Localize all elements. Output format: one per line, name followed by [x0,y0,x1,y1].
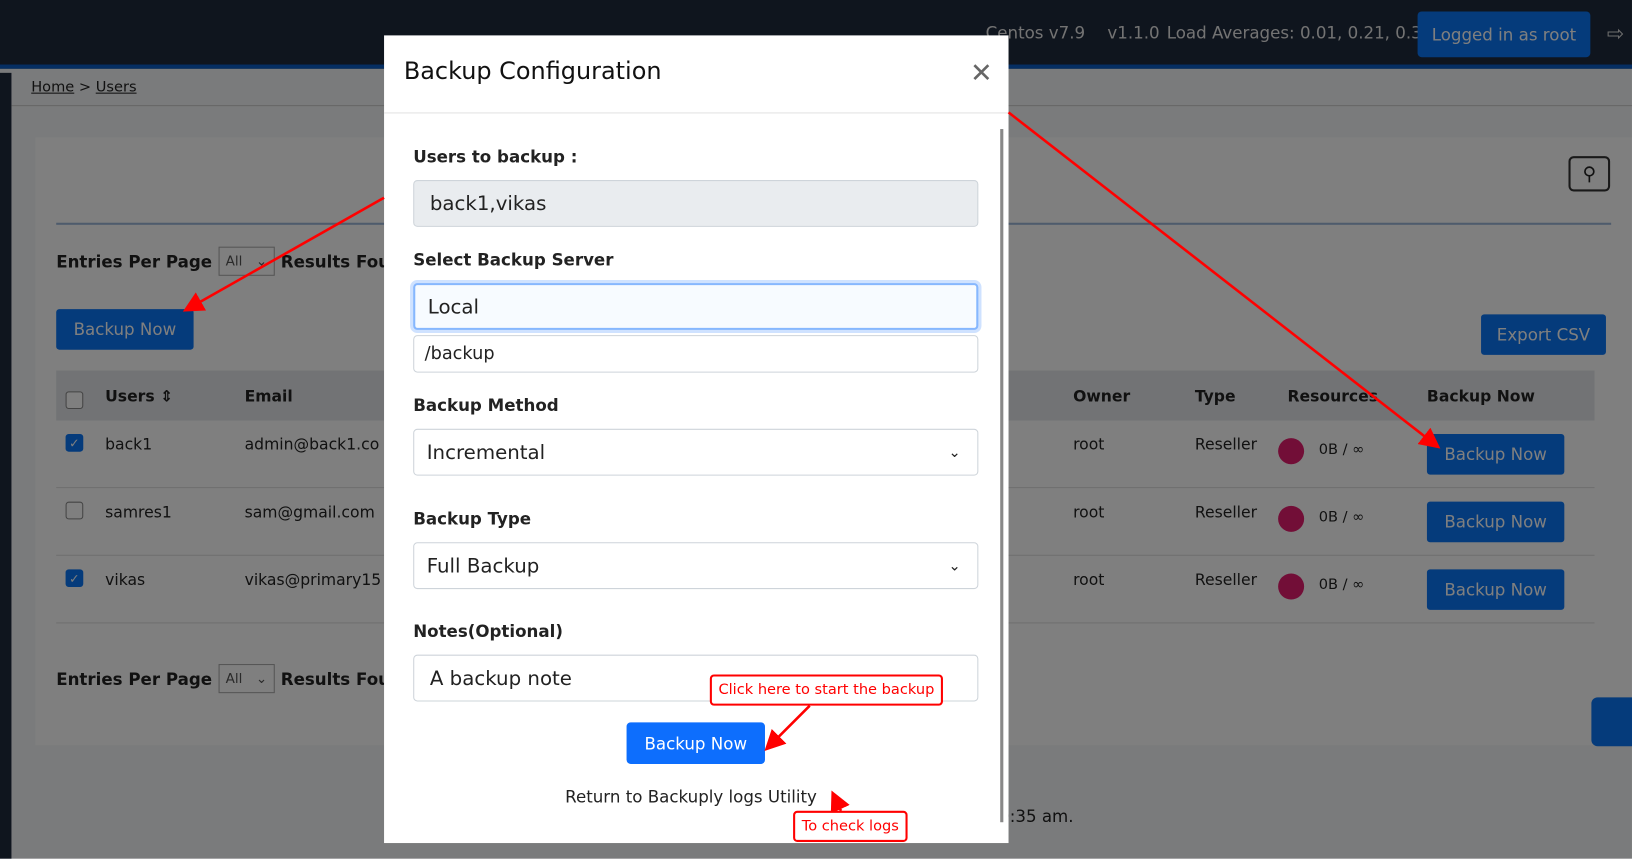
arrow-to-row-backup [1007,111,1441,449]
arrow-to-logs [830,790,850,814]
arrow-to-bulk-backup [182,196,385,312]
annotation-arrows [182,111,1441,814]
annotation-check-logs: To check logs [793,810,908,843]
annotation-start-backup: Click here to start the backup [709,674,943,706]
arrow-to-modal-backup [764,704,811,751]
